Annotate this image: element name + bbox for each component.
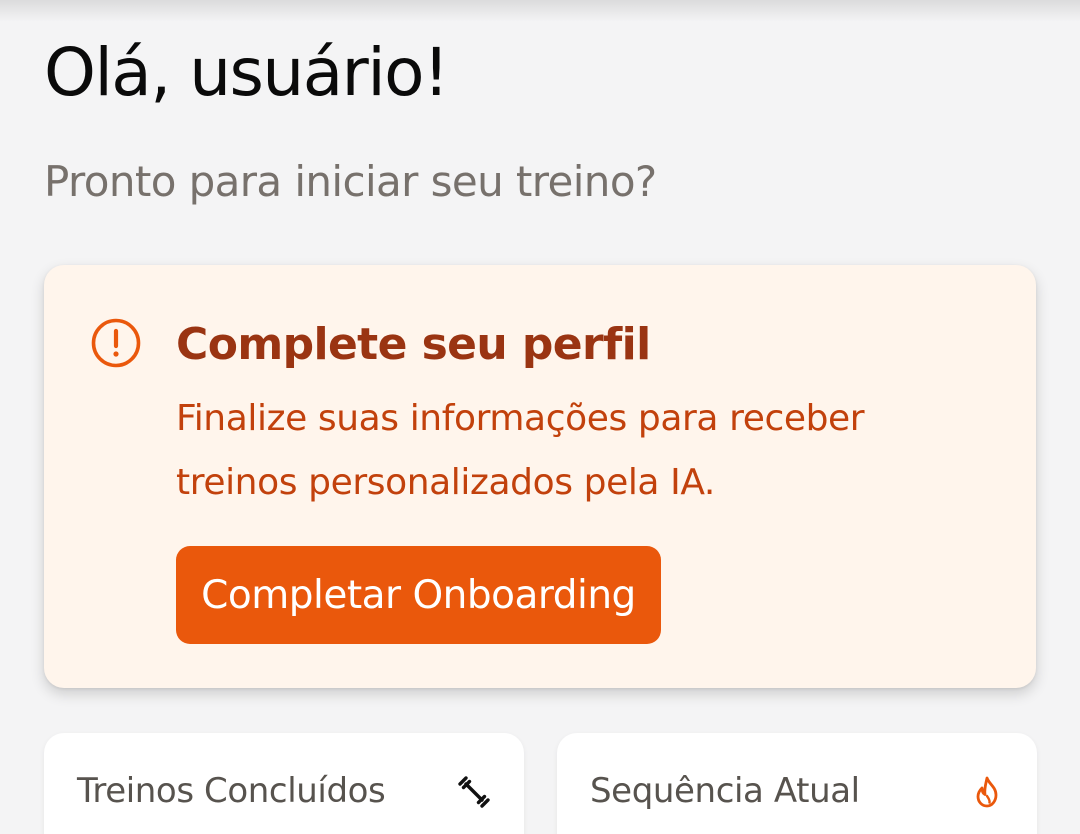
flame-icon	[970, 775, 1004, 809]
stat-card-current-streak: Sequência Atual	[557, 733, 1037, 834]
alert-circle-icon	[90, 317, 142, 369]
alert-description: Finalize suas informações para receber t…	[176, 398, 865, 503]
dumbbell-icon	[457, 775, 491, 809]
top-bar-shadow	[0, 0, 1080, 22]
dashboard-screen: Olá, usuário! Pronto para iniciar seu tr…	[0, 0, 1080, 834]
complete-onboarding-button[interactable]: Completar Onboarding	[176, 546, 661, 644]
alert-title: Complete seu perfil	[176, 319, 651, 370]
greeting-heading: Olá, usuário!	[44, 34, 450, 111]
stat-label-current-streak: Sequência Atual	[590, 771, 860, 811]
complete-profile-alert: Complete seu perfil Finalize suas inform…	[44, 265, 1036, 688]
greeting-subtitle: Pronto para iniciar seu treino?	[44, 157, 657, 206]
stat-card-completed-workouts: Treinos Concluídos	[44, 733, 524, 834]
stat-label-completed-workouts: Treinos Concluídos	[77, 771, 386, 811]
